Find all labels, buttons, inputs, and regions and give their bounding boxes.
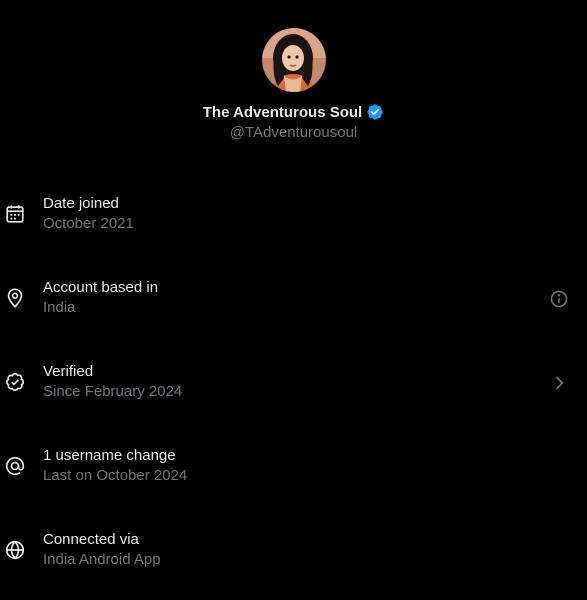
profile-handle: @TAdventurousoul <box>229 124 358 141</box>
row-verified[interactable]: Verified Since February 2024 <box>0 348 587 432</box>
location-pin-icon <box>4 287 26 309</box>
profile-header: The Adventurous Soul @TAdventurousoul <box>0 28 587 141</box>
row-text: Verified Since February 2024 <box>43 362 182 402</box>
row-text: Connected via India Android App <box>43 530 161 570</box>
row-text: Date joined October 2021 <box>43 194 134 234</box>
verified-badge-icon <box>366 103 384 121</box>
row-title: Account based in <box>43 279 159 296</box>
avatar[interactable] <box>261 28 326 92</box>
row-text: Account based in India <box>43 278 158 318</box>
row-subtitle: India <box>43 299 76 316</box>
row-title: Connected via <box>43 531 139 548</box>
verified-check-icon <box>4 371 26 393</box>
row-text: 1 username change Last on October 2024 <box>43 446 187 486</box>
at-sign-icon <box>4 455 26 477</box>
name-row: The Adventurous Soul <box>0 102 587 122</box>
account-info-list: Date joined October 2021 Account based i… <box>0 180 587 600</box>
display-name: The Adventurous Soul <box>202 103 363 121</box>
row-subtitle: Last on October 2024 <box>43 467 188 484</box>
chevron-right-icon[interactable] <box>549 373 569 393</box>
row-date-joined: Date joined October 2021 <box>0 180 587 264</box>
row-title: Date joined <box>43 195 119 212</box>
row-username-change: 1 username change Last on October 2024 <box>0 432 587 516</box>
globe-icon <box>4 539 26 561</box>
row-title: 1 username change <box>43 447 176 464</box>
row-subtitle: October 2021 <box>43 215 134 232</box>
row-subtitle: India Android App <box>43 551 161 568</box>
row-title: Verified <box>43 363 94 380</box>
row-subtitle: Since February 2024 <box>43 383 183 400</box>
row-connected-via: Connected via India Android App <box>0 516 587 600</box>
row-account-based-in: Account based in India <box>0 264 587 348</box>
info-icon[interactable] <box>549 289 569 309</box>
calendar-icon <box>4 203 26 225</box>
